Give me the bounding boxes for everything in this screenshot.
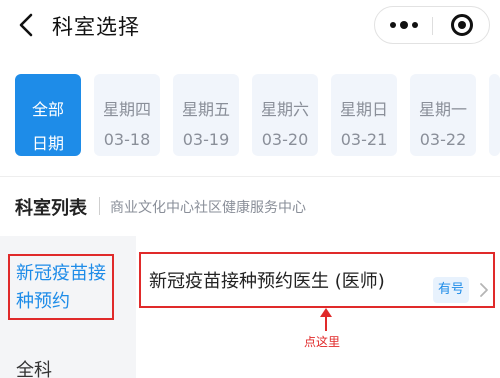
date-tab-date: 03-21 bbox=[340, 130, 388, 149]
doctor-name: 新冠疫苗接种预约医生 (医师) bbox=[149, 271, 385, 292]
department-label: 全科 bbox=[16, 360, 52, 378]
date-tab-date: 03-22 bbox=[419, 130, 467, 149]
section-divider bbox=[99, 197, 100, 215]
date-tab-week: 星期四 bbox=[102, 100, 151, 119]
department-list: 新冠疫苗接种预约 全科 bbox=[0, 236, 136, 378]
page-title: 科室选择 bbox=[52, 15, 140, 39]
date-tab-week: 星期日 bbox=[339, 100, 388, 119]
date-tab-date: 03-19 bbox=[182, 130, 230, 149]
hospital-name: 商业文化中心社区健康服务中心 bbox=[110, 200, 306, 216]
department-label: 新冠疫苗接种预约 bbox=[16, 263, 106, 312]
date-tab-partial[interactable] bbox=[489, 74, 500, 156]
department-item-general[interactable]: 全科 bbox=[0, 352, 136, 378]
date-tab-week: 全部 bbox=[31, 100, 64, 119]
department-item-vaccine[interactable]: 新冠疫苗接种预约 bbox=[0, 254, 136, 318]
date-tab-week: 星期一 bbox=[418, 100, 467, 119]
divider bbox=[0, 176, 500, 177]
section-title: 科室列表 bbox=[15, 198, 87, 219]
date-tab-week: 星期五 bbox=[181, 100, 230, 119]
availability-badge: 有号 bbox=[433, 277, 469, 303]
date-tab-week: 星期六 bbox=[260, 100, 309, 119]
mini-program-capsule bbox=[374, 6, 490, 44]
date-tab-0320[interactable]: 星期六 03-20 bbox=[252, 74, 318, 156]
date-tab-0321[interactable]: 星期日 03-21 bbox=[331, 74, 397, 156]
chevron-right-icon bbox=[480, 283, 488, 297]
annotation-note: 点这里 bbox=[304, 335, 341, 349]
date-tab-0322[interactable]: 星期一 03-22 bbox=[410, 74, 476, 156]
back-chevron-icon[interactable] bbox=[14, 10, 40, 40]
nav-bar: 科室选择 bbox=[0, 0, 500, 52]
date-tab-all[interactable]: 全部 日期 bbox=[15, 74, 81, 156]
date-tab-date: 03-18 bbox=[103, 130, 151, 149]
date-selector: 全部 日期 星期四 03-18 星期五 03-19 星期六 03-20 星期日 … bbox=[0, 66, 500, 162]
arrow-up-icon bbox=[320, 308, 332, 331]
more-dots-icon[interactable] bbox=[375, 7, 432, 43]
doctor-row[interactable]: 新冠疫苗接种预约医生 (医师) 有号 bbox=[136, 250, 500, 310]
doctor-list: 新冠疫苗接种预约医生 (医师) 有号 bbox=[136, 236, 500, 378]
date-tab-0318[interactable]: 星期四 03-18 bbox=[94, 74, 160, 156]
date-tab-date: 日期 bbox=[31, 134, 64, 153]
date-tab-0319[interactable]: 星期五 03-19 bbox=[173, 74, 239, 156]
target-circle-icon[interactable] bbox=[433, 7, 490, 43]
date-tab-date: 03-20 bbox=[261, 130, 309, 149]
